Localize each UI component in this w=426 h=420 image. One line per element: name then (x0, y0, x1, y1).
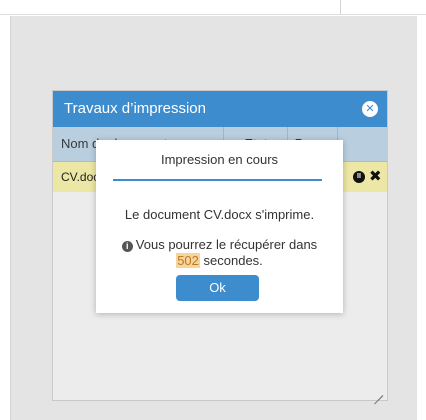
column-header-actions (337, 127, 390, 161)
dialog-divider (113, 179, 322, 181)
close-circle-icon[interactable]: ✕ (362, 101, 378, 117)
close-icon[interactable]: ✖ (369, 167, 382, 185)
resize-handle-icon[interactable] (373, 386, 384, 405)
ok-button[interactable]: Ok (176, 275, 259, 301)
pause-icon[interactable]: II (353, 171, 365, 183)
info-suffix: secondes. (203, 253, 263, 268)
seconds-value: 502 (176, 253, 200, 268)
top-divider (0, 0, 426, 15)
dialog-message: Le document CV.docx s'imprime. (124, 207, 315, 222)
window-titlebar[interactable]: Travaux d’impression ✕ (53, 91, 387, 127)
dialog-info: i Vous pourrez le récupérer dans 502 seco… (96, 237, 343, 269)
dialog-title: Impression en cours (160, 152, 279, 167)
info-prefix: Vous pourrez le récupérer dans (135, 237, 318, 252)
window-title: Travaux d’impression (64, 100, 206, 117)
printing-dialog: Impression en cours Le document CV.docx … (96, 140, 343, 313)
info-icon: i (121, 241, 133, 252)
